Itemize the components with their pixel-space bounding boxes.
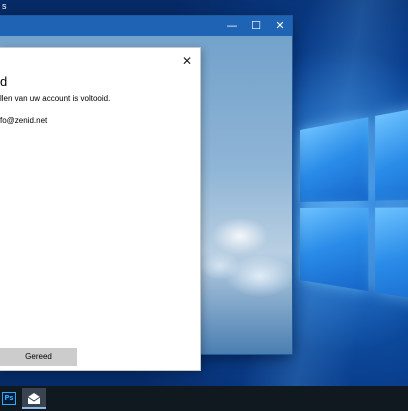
dialog-close-button[interactable]: ✕ (178, 52, 196, 70)
done-button[interactable]: Gereed (0, 348, 77, 366)
dialog-title: d (0, 74, 8, 89)
taskbar-item-mail[interactable] (22, 388, 46, 409)
taskbar: Ps (0, 386, 408, 411)
dialog-message: llen van uw account is voltooid. (0, 94, 111, 103)
account-email: fo@zenid.net (0, 116, 48, 125)
close-window-button[interactable]: ✕ (268, 16, 292, 36)
background-clouds (200, 196, 292, 316)
mail-icon (27, 393, 41, 404)
account-setup-dialog: ✕ d llen van uw account is voltooid. fo@… (0, 48, 200, 370)
app-titlebar: — ☐ ✕ (0, 16, 292, 36)
logo-pane (375, 207, 408, 309)
desktop-label: s (2, 1, 7, 11)
maximize-button[interactable]: ☐ (244, 16, 268, 36)
logo-pane (300, 207, 369, 292)
photoshop-icon: Ps (2, 392, 16, 405)
windows-logo (300, 95, 408, 326)
minimize-button[interactable]: — (220, 16, 244, 36)
taskbar-item-photoshop[interactable]: Ps (0, 388, 22, 409)
logo-pane (300, 117, 369, 202)
